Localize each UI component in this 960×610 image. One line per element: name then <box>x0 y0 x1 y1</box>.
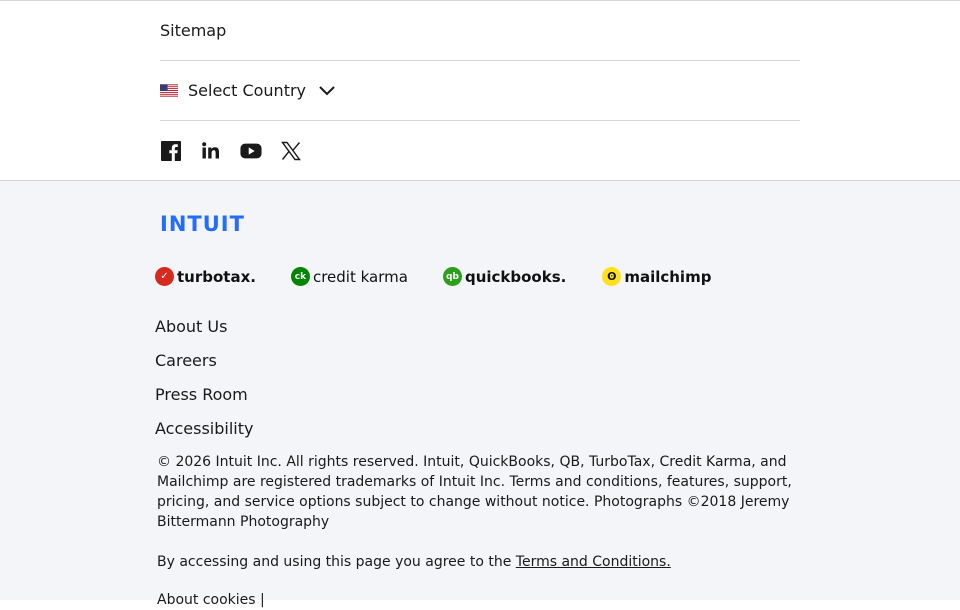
about-us-link[interactable]: About Us <box>155 315 253 349</box>
careers-link[interactable]: Careers <box>155 349 253 383</box>
brand-logos: ✓ turbotax. ck credit karma qb quickbook… <box>155 267 711 286</box>
legal-text: © 2026 Intuit Inc. All rights reserved. … <box>157 454 792 530</box>
mailchimp-label: mailchimp <box>624 267 712 286</box>
credit-karma-label: credit karma <box>312 267 408 286</box>
quickbooks-qb-icon: qb <box>442 267 462 286</box>
select-country-label: Select Country <box>188 81 307 100</box>
country-row: Select Country <box>160 61 800 121</box>
select-country-button[interactable]: Select Country <box>160 81 336 100</box>
mailchimp-freddie-icon: ʘ <box>602 267 622 286</box>
facebook-icon[interactable] <box>160 140 182 162</box>
about-cookies-link[interactable]: About cookies | <box>157 592 265 608</box>
x-twitter-icon[interactable] <box>280 140 302 162</box>
terms-agreement-text: By accessing and using this page you agr… <box>157 554 516 570</box>
social-links <box>160 121 800 180</box>
cookies-row: About cookies | <box>157 590 265 610</box>
quickbooks-label: quickbooks. <box>464 267 567 286</box>
turbotax-check-icon: ✓ <box>155 267 174 286</box>
linkedin-icon[interactable] <box>200 140 222 162</box>
accessibility-link[interactable]: Accessibility <box>155 417 253 451</box>
chevron-down-icon <box>319 85 335 95</box>
press-room-link[interactable]: Press Room <box>155 383 253 417</box>
footer-top-inner: Sitemap Select Country <box>160 1 800 180</box>
turbotax-label: turbotax. <box>177 267 256 286</box>
footer-links: About Us Careers Press Room Accessibilit… <box>155 315 253 451</box>
footer-bottom-section: INTUIT ✓ turbotax. ck credit karma qb qu… <box>0 181 960 608</box>
intuit-logo[interactable]: INTUIT <box>160 212 245 236</box>
sitemap-link[interactable]: Sitemap <box>160 21 226 40</box>
terms-and-conditions-link[interactable]: Terms and Conditions. <box>516 554 671 570</box>
turbotax-logo[interactable]: ✓ turbotax. <box>155 267 256 286</box>
sitemap-row: Sitemap <box>160 1 800 61</box>
quickbooks-logo[interactable]: qb quickbooks. <box>442 267 567 286</box>
footer-top-section: Sitemap Select Country <box>0 0 960 181</box>
credit-karma-ck-icon: ck <box>290 267 310 286</box>
terms-agreement: By accessing and using this page you agr… <box>157 552 671 572</box>
youtube-icon[interactable] <box>240 140 262 162</box>
us-flag-icon <box>160 84 178 97</box>
mailchimp-logo[interactable]: ʘ mailchimp <box>602 267 711 286</box>
credit-karma-logo[interactable]: ck credit karma <box>290 267 408 286</box>
